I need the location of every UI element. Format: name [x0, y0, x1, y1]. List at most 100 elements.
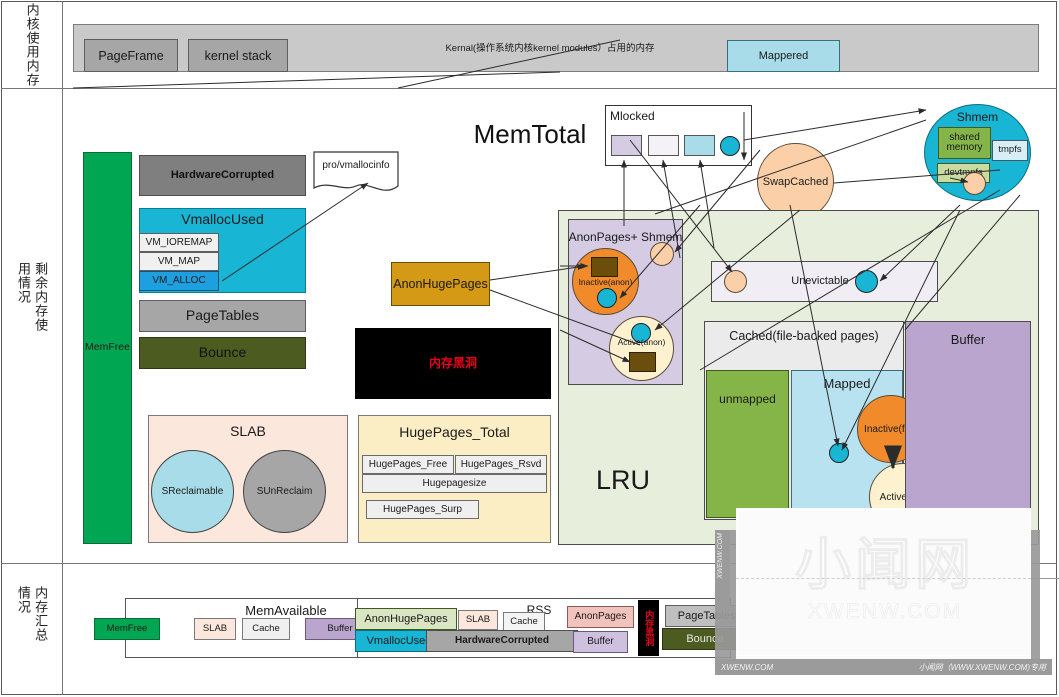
- shmem-title: Shmem: [924, 110, 1031, 126]
- row-label-summary: 内存汇总情况: [2, 584, 62, 648]
- bounce-label: Bounce: [198, 344, 247, 361]
- mlocked-swatch-blue: [684, 135, 715, 156]
- hugepages-total-label: HugePages_Total: [399, 424, 510, 441]
- memavailable-label: MemAvailable: [245, 602, 327, 618]
- sum-anonhugepages-box: AnonHugePages: [355, 608, 457, 630]
- mappered-label: Mappered: [758, 49, 809, 62]
- lru-title: LRU: [578, 460, 668, 500]
- watermark-logo-text: 小闻网: [795, 532, 975, 596]
- mlocked-swatch-cyan-circle: [720, 136, 740, 156]
- inactive-anon-brown-square: [591, 257, 618, 277]
- sum-blackhole-label: 内存黑洞: [644, 610, 655, 646]
- mlocked-label: Mlocked: [610, 109, 655, 124]
- anonhugepages-box: AnonHugePages: [391, 262, 490, 306]
- sum-memfree-label: MemFree: [106, 622, 148, 634]
- sum-buffer-label: Buffer: [327, 622, 353, 634]
- row-label-divider: [62, 1, 63, 695]
- watermark-bar-left: XWENW.COM: [721, 662, 774, 672]
- buffer-label: Buffer: [950, 332, 986, 347]
- buffer-box: Buffer: [905, 321, 1031, 520]
- lru-label: LRU: [595, 464, 650, 495]
- row-label-remaining-text: 剩余内存使用情况: [16, 262, 49, 332]
- proc-vmallocinfo-label: pro/vmallocinfo: [322, 160, 390, 172]
- shmem-peach-circle: [963, 172, 986, 195]
- sum-memfree-box: MemFree: [94, 618, 160, 640]
- kernel-stack-box: kernel stack: [188, 39, 288, 72]
- row-divider-1: [1, 88, 1057, 89]
- watermark-side-text: XWENW.COM: [717, 533, 724, 579]
- sunreclaim-label: SUnReclaim: [256, 486, 313, 497]
- bounce-box: Bounce: [139, 337, 306, 369]
- sum-slab2-box: SLAB: [458, 610, 498, 630]
- vm-map-label: VM_MAP: [157, 255, 201, 267]
- unevictable-label: Unevictable: [791, 274, 849, 287]
- sum-anonhugepages-label: AnonHugePages: [364, 612, 448, 625]
- watermark-side-tab: XWENW.COM: [715, 530, 730, 612]
- sum-hardware-corrupted-label: HardwareCorrupted: [455, 635, 549, 647]
- watermark-domain-text: XWENW.COM: [807, 600, 963, 624]
- inactive-anon-cyan-circle: [597, 288, 617, 308]
- sreclaimable-circle: SReclaimable: [151, 450, 234, 533]
- hugepages-total-title: HugePages_Total: [358, 421, 551, 445]
- vm-map-box: VM_MAP: [139, 252, 219, 271]
- watermark-hline-2: [1031, 578, 1059, 579]
- anonpages-peach-circle-top: [650, 242, 674, 266]
- watermark-logo: 小闻网: [740, 525, 1030, 596]
- watermark-hline-1: [736, 578, 1031, 579]
- mappered-box: Mappered: [727, 40, 840, 72]
- shared-memory-box: shared memory: [938, 127, 991, 159]
- shmem-label: Shmem: [956, 110, 999, 125]
- unevictable-cyan-circle: [855, 270, 878, 293]
- slab-title: SLAB: [148, 422, 348, 442]
- mapped-cyan-circle: [829, 443, 849, 463]
- mlocked-title: Mlocked: [610, 109, 670, 125]
- tmpfs-label: tmpfs: [998, 144, 1022, 156]
- tmpfs-box: tmpfs: [992, 140, 1028, 161]
- inactive-anon-label: Inactive(anon): [578, 277, 633, 288]
- sum-cache-box: Cache: [242, 618, 290, 640]
- mlocked-swatch-lavender: [611, 135, 642, 156]
- memory-blackhole-label: 内存黑洞: [428, 355, 477, 370]
- hardware-corrupted-box: HardwareCorrupted: [139, 155, 306, 196]
- hugepagesize-box: Hugepagesize: [362, 474, 547, 493]
- memtotal-title: MemTotal: [455, 118, 605, 152]
- row-label-remaining: 剩余内存使用情况: [2, 260, 62, 340]
- active-anon-brown-square: [629, 352, 656, 372]
- sum-buffer2-label: Buffer: [587, 636, 614, 648]
- sum-slab2-label: SLAB: [465, 613, 491, 625]
- unevictable-peach-circle: [724, 270, 747, 293]
- cached-label: Cached(file-backed pages): [729, 329, 879, 343]
- watermark-bottom-bar: XWENW.COM 小闻网（WWW.XWENW.COM)专用: [715, 659, 1052, 675]
- sum-anonpages-label: AnonPages: [574, 611, 627, 623]
- shared-memory-label: shared memory: [946, 131, 983, 153]
- kernel-stack-label: kernel stack: [204, 48, 272, 63]
- active-anon-label-box: Active(anon): [609, 336, 674, 350]
- hugepages-surp-label: HugePages_Surp: [383, 503, 462, 515]
- row-label-kernel-text: 内核使用内存: [24, 2, 40, 87]
- proc-vmallocinfo-box: pro/vmallocinfo: [313, 155, 399, 177]
- swapcached-circle: SwapCached: [757, 143, 834, 220]
- sum-slab-label: SLAB: [202, 622, 228, 634]
- row-label-summary-text: 内存汇总情况: [16, 586, 49, 642]
- sum-slab-box: SLAB: [194, 618, 236, 640]
- slab-title-label: SLAB: [230, 423, 266, 440]
- vmalloc-used-label: VmallocUsed: [181, 211, 264, 227]
- memory-blackhole-box: 内存黑洞: [355, 328, 551, 399]
- active-anon-label: Active(anon): [617, 337, 666, 348]
- vm-ioremap-box: VM_IOREMAP: [139, 233, 219, 252]
- pagetables-label: PageTables: [185, 307, 260, 324]
- sum-cache2-box: Cache: [503, 612, 545, 632]
- memfree-bar: MemFree: [83, 152, 132, 544]
- row-label-kernel: 内核使用内存: [2, 1, 62, 88]
- kernel-note: Kernal(操作系统内核kernel modules）占用的内存: [400, 41, 700, 57]
- hugepages-surp-box: HugePages_Surp: [366, 500, 479, 519]
- sum-hardware-corrupted-box: HardwareCorrupted: [426, 630, 578, 652]
- sum-vmallocused-label: VmallocUsed: [366, 634, 432, 647]
- hugepagesize-label: Hugepagesize: [422, 477, 487, 489]
- sum-buffer2-box: Buffer: [573, 631, 628, 653]
- swapcached-label: SwapCached: [762, 175, 829, 188]
- mapped-label: Mapped: [823, 376, 871, 391]
- hugepages-rsvd-box: HugePages_Rsvd: [455, 455, 547, 474]
- pageframe-label: PageFrame: [98, 48, 164, 63]
- memtotal-label: MemTotal: [473, 119, 587, 150]
